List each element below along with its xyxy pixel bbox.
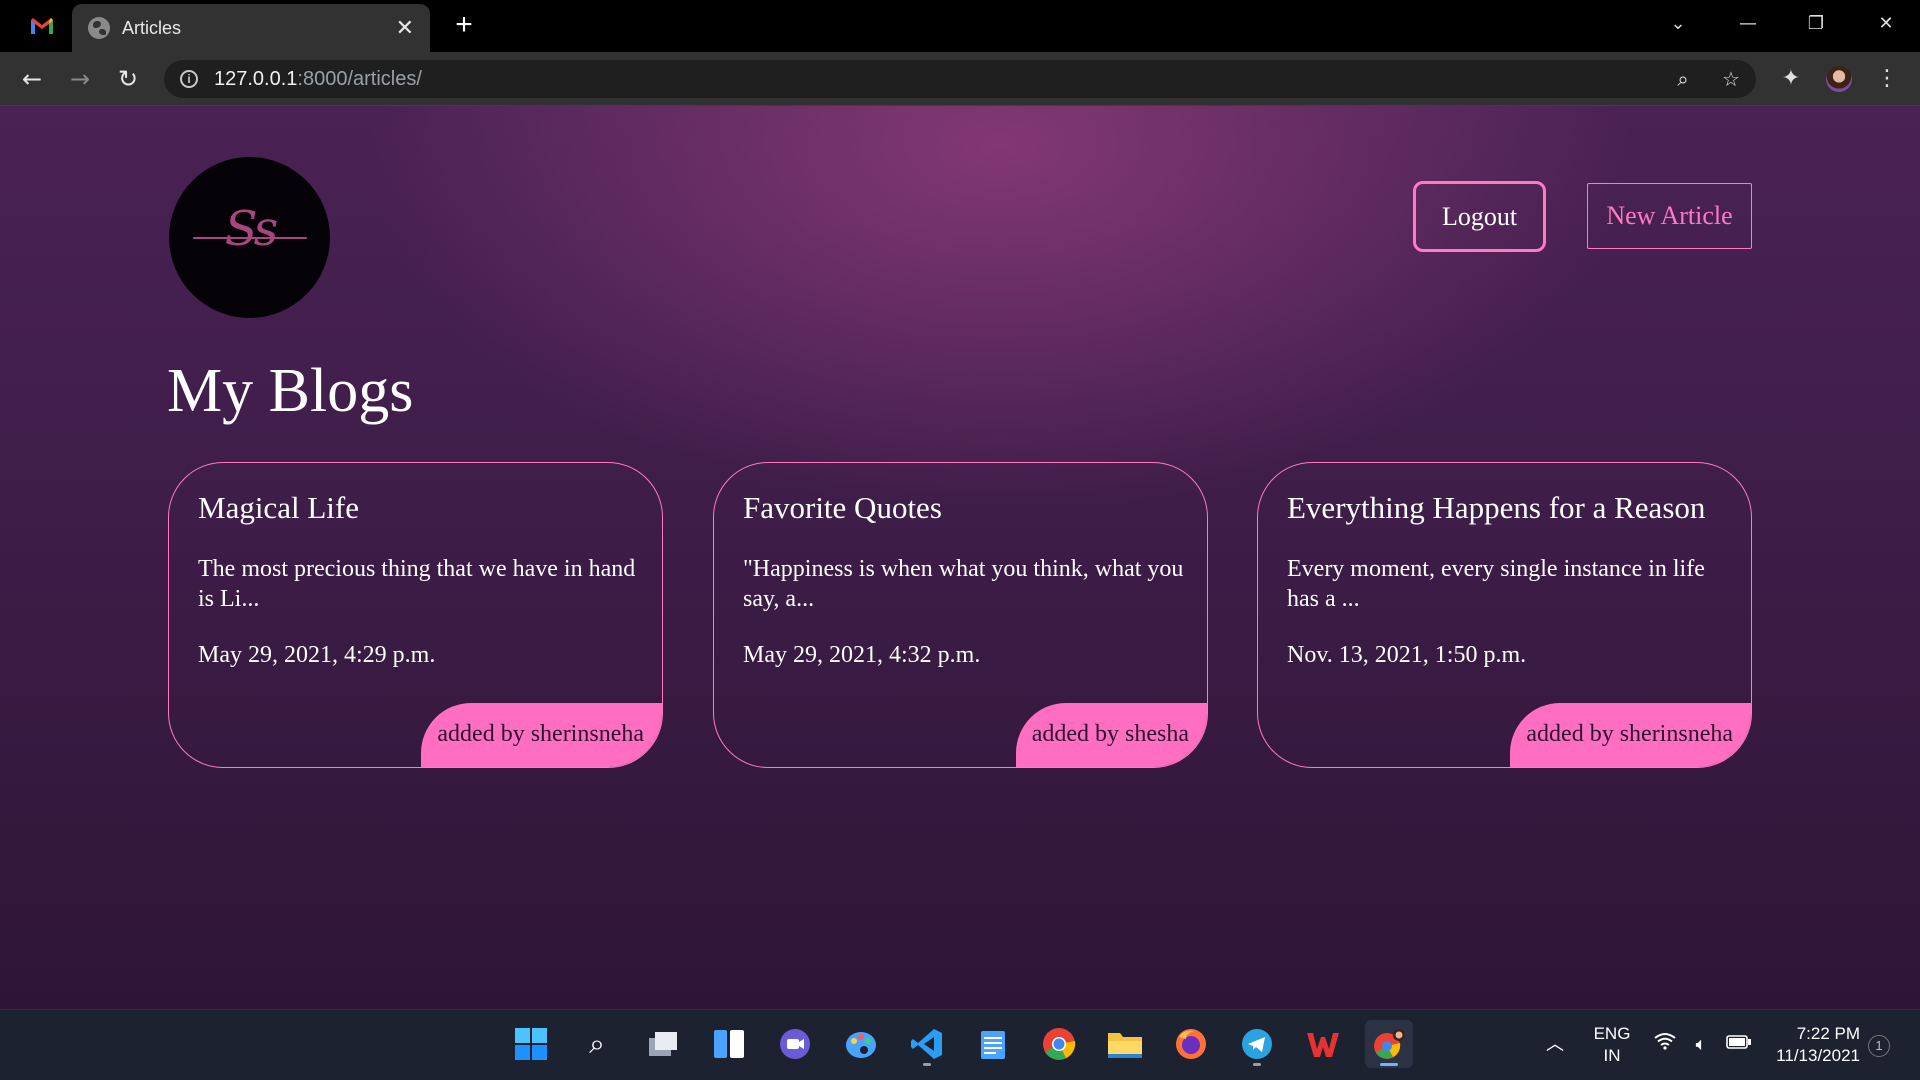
menu-kebab-icon[interactable]: ⋮: [1872, 64, 1902, 94]
battery-icon[interactable]: [1726, 1032, 1752, 1058]
article-date: Nov. 13, 2021, 1:50 p.m.: [1287, 642, 1527, 668]
site-logo[interactable]: Ss: [169, 157, 330, 318]
clock-time: 7:22 PM: [1796, 1024, 1860, 1043]
close-tab-icon[interactable]: ✕: [396, 17, 414, 39]
paint-icon[interactable]: [837, 1020, 885, 1068]
tab-search-chevron-icon[interactable]: ⌄: [1658, 8, 1698, 40]
widgets-icon[interactable]: [705, 1020, 753, 1068]
new-tab-button[interactable]: +: [448, 10, 480, 42]
close-window-button[interactable]: ✕: [1866, 8, 1906, 40]
article-date: May 29, 2021, 4:32 p.m.: [743, 642, 981, 668]
clock-date: 11/13/2021: [1776, 1046, 1860, 1065]
clock[interactable]: 7:22 PM 11/13/2021: [1770, 1023, 1860, 1067]
article-date: May 29, 2021, 4:29 p.m.: [198, 642, 436, 668]
reload-icon[interactable]: ↻: [112, 63, 144, 95]
vscode-icon[interactable]: [903, 1020, 951, 1068]
telegram-icon[interactable]: [1233, 1020, 1281, 1068]
notification-badge[interactable]: 1: [1868, 1035, 1890, 1057]
article-title[interactable]: Favorite Quotes: [743, 490, 942, 526]
tab-articles[interactable]: Articles ✕: [72, 4, 430, 52]
logo-text: Ss: [224, 201, 279, 257]
gmail-pinned-tab[interactable]: [14, 10, 70, 42]
site-info-icon[interactable]: i: [180, 70, 198, 88]
windows-logo-icon: [515, 1028, 547, 1060]
back-arrow-icon[interactable]: ←: [16, 63, 48, 95]
file-explorer-icon[interactable]: [1101, 1020, 1149, 1068]
firefox-icon[interactable]: [1167, 1020, 1215, 1068]
notepad-icon[interactable]: [969, 1020, 1017, 1068]
address-bar[interactable]: i 127.0.0.1:8000/articles/ ⌕ ☆: [164, 60, 1756, 98]
tab-title: Articles: [122, 17, 182, 38]
gmail-icon: [31, 18, 53, 34]
new-article-button[interactable]: New Article: [1587, 183, 1752, 249]
search-icon[interactable]: ⌕: [573, 1020, 621, 1068]
running-indicator: [923, 1063, 931, 1066]
bookmark-star-icon[interactable]: ☆: [1718, 66, 1744, 92]
windows-taskbar: ⌕ ︿ ENG IN 🔈︎ 7:22 PM 11/13/2021 1: [0, 1009, 1920, 1080]
article-snippet: The most precious thing that we have in …: [198, 556, 636, 612]
running-indicator: [1253, 1063, 1261, 1066]
chrome-profile-icon[interactable]: [1365, 1020, 1413, 1068]
language-indicator[interactable]: ENG IN: [1592, 1023, 1632, 1067]
forward-arrow-icon[interactable]: →: [64, 63, 96, 95]
logout-button[interactable]: Logout: [1413, 181, 1546, 252]
article-author-badge: added by sherinsneha: [421, 703, 662, 767]
minimize-button[interactable]: —: [1728, 8, 1768, 40]
article-author-badge: added by sherinsneha: [1510, 703, 1751, 767]
wps-office-icon[interactable]: [1299, 1020, 1347, 1068]
teams-chat-icon[interactable]: [771, 1020, 819, 1068]
browser-toolbar: ← → ↻ i 127.0.0.1:8000/articles/ ⌕ ☆ ✦ ⋮: [0, 52, 1920, 106]
active-indicator: [1380, 1063, 1398, 1066]
article-card[interactable]: Magical Life The most precious thing tha…: [168, 462, 663, 768]
article-snippet: Every moment, every single instance in l…: [1287, 556, 1705, 612]
restore-button[interactable]: ❐: [1796, 8, 1836, 40]
extensions-puzzle-icon[interactable]: ✦: [1776, 64, 1806, 94]
chevron-up-icon[interactable]: ︿: [1542, 1032, 1568, 1058]
task-view-icon[interactable]: [639, 1020, 687, 1068]
article-title[interactable]: Magical Life: [198, 490, 359, 526]
start-windows-icon[interactable]: [507, 1020, 555, 1068]
article-author-badge: added by shesha: [1015, 703, 1207, 767]
browser-tabstrip: Articles ✕ + ⌄ — ❐ ✕: [0, 0, 1920, 52]
article-card[interactable]: Favorite Quotes "Happiness is when what …: [713, 462, 1208, 768]
page-title: My Blogs: [167, 357, 414, 425]
chrome-icon[interactable]: [1035, 1020, 1083, 1068]
wifi-icon[interactable]: [1652, 1032, 1678, 1058]
globe-icon: [88, 17, 110, 39]
profile-avatar[interactable]: [1826, 66, 1852, 92]
article-card[interactable]: Everything Happens for a Reason Every mo…: [1257, 462, 1752, 768]
article-title[interactable]: Everything Happens for a Reason: [1287, 490, 1705, 526]
articles-page: Ss Logout New Article My Blogs Magical L…: [0, 106, 1920, 1009]
volume-icon[interactable]: 🔈︎: [1688, 1032, 1714, 1058]
article-snippet: "Happiness is when what you think, what …: [743, 556, 1184, 612]
url-text[interactable]: 127.0.0.1:8000/articles/: [214, 68, 422, 91]
zoom-icon[interactable]: ⌕: [1670, 66, 1696, 92]
